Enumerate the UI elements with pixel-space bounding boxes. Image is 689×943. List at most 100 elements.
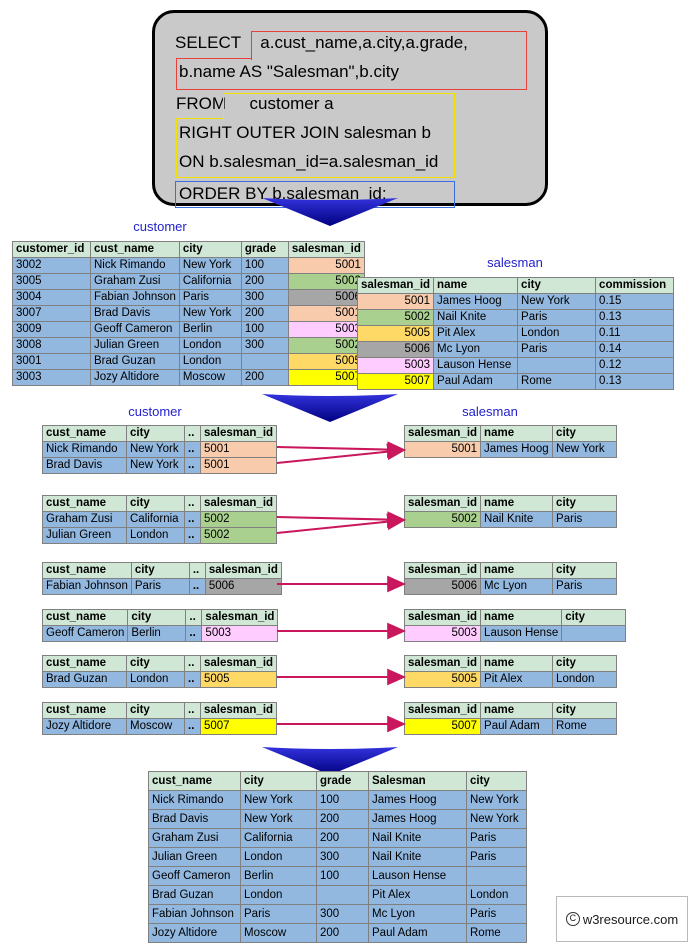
table-cell: London xyxy=(240,847,317,867)
table-cell: 100 xyxy=(240,321,289,338)
table-header-row: cust_name city.. salesman_id xyxy=(42,655,278,672)
from-outline-join xyxy=(176,118,224,122)
table-row: 3003 Jozy Altidore Moscow 200 5007 xyxy=(12,369,365,386)
table-cell: New York xyxy=(178,305,242,322)
column-header: city xyxy=(126,425,185,442)
table-cell: Paris xyxy=(240,904,317,924)
table-cell: 200 xyxy=(240,305,289,322)
table-cell: 5003 xyxy=(201,625,279,642)
table-cell: 5006 xyxy=(403,578,482,595)
table-cell: Nail Knite xyxy=(368,828,467,848)
column-header: cust_name xyxy=(42,562,132,579)
table-cell: Brad Guzan xyxy=(42,671,127,688)
column-header: salesman_id xyxy=(403,425,482,442)
table-cell: 100 xyxy=(316,866,369,886)
column-header: cust_name xyxy=(42,655,127,672)
table-cell: Nail Knite xyxy=(480,511,554,528)
table-cell: 5001 xyxy=(287,305,365,322)
column-header: salesman_id xyxy=(403,655,482,672)
table-cell: London xyxy=(178,353,242,370)
column-header: city xyxy=(552,562,618,579)
table-cell: Paris xyxy=(517,341,597,358)
table-cell: New York xyxy=(240,790,317,810)
table-cell: 0.12 xyxy=(595,357,675,374)
table-row: 5003 Lauson Hense xyxy=(403,625,627,642)
table-cell: Graham Zusi xyxy=(90,273,180,290)
table-cell: 5006 xyxy=(287,289,365,306)
column-header: salesman_id xyxy=(403,495,482,512)
table-cell: Paris xyxy=(552,578,618,595)
column-header: city xyxy=(126,495,185,512)
table-cell: 5002 xyxy=(287,273,365,290)
table-cell: 3005 xyxy=(12,273,91,290)
table-cell: 200 xyxy=(316,828,369,848)
table-header-row: salesman_id name city xyxy=(403,425,618,442)
table-cell: 3008 xyxy=(12,337,91,354)
column-header: grade xyxy=(240,241,289,258)
table-cell: Fabian Johnson xyxy=(90,289,180,306)
result-table: cust_name city grade Salesman city Nick Rima… xyxy=(148,771,527,943)
table-cell: Julian Green xyxy=(148,847,241,867)
column-header: .. xyxy=(185,609,203,626)
table-cell: James Hoog xyxy=(368,809,467,829)
column-header: name xyxy=(480,425,554,442)
sql-query-panel: SELECT a.cust_name,a.city,a.grade, b.nam… xyxy=(152,10,548,208)
table-cell: Fabian Johnson xyxy=(148,904,241,924)
table-cell: 5005 xyxy=(403,671,482,688)
table-cell: California xyxy=(240,828,317,848)
table-header-row: salesman_id name city xyxy=(403,609,627,626)
table-cell: Nick Rimando xyxy=(148,790,241,810)
table-cell: Julian Green xyxy=(42,527,127,544)
join-group-customer-5003: cust_name city.. salesman_id Geoff Cameron B… xyxy=(41,609,279,642)
table-header-row: cust_name city.. salesman_id xyxy=(41,609,279,626)
table-header-row: cust_name city.. salesman_id xyxy=(42,495,278,512)
table-cell: Berlin xyxy=(240,866,317,886)
column-header: .. xyxy=(184,655,201,672)
table-cell: New York xyxy=(466,790,527,810)
column-header: name xyxy=(480,609,563,626)
column-header: salesman_id xyxy=(199,702,278,719)
table-header-row: cust_name city.. salesman_id xyxy=(42,425,278,442)
table-cell: 5002 xyxy=(199,527,278,544)
table-row: Geoff Cameron Berlin.. 5003 xyxy=(41,625,279,642)
logo-text: w3resource.com xyxy=(582,911,679,927)
column-header: salesman_id xyxy=(403,562,482,579)
table-cell: 3002 xyxy=(12,257,91,274)
table-cell: Julian Green xyxy=(90,337,180,354)
table-cell: Geoff Cameron xyxy=(90,321,180,338)
table-cell: Paris xyxy=(466,847,527,867)
table-row: 5001 James Hoog New York xyxy=(403,441,618,458)
table-cell: .. xyxy=(185,625,203,642)
column-header: city xyxy=(130,562,190,579)
table-header-row: cust_name city.. salesman_id xyxy=(42,562,282,579)
table-cell: 100 xyxy=(240,257,289,274)
column-header: commission xyxy=(595,277,675,294)
join-group-salesman-5005: salesman_id name city 5005 Pit Alex London xyxy=(403,655,618,688)
join-group-customer-5001: cust_name city.. salesman_id Nick Rimando Ne… xyxy=(42,425,278,474)
table-cell: 0.15 xyxy=(595,293,675,310)
join-group-salesman-5003: salesman_id name city 5003 Lauson Hense xyxy=(403,609,627,642)
table-row: Julian Green London 300 Nail Knite Paris xyxy=(148,847,527,867)
table-cell: Lauson Hense xyxy=(368,866,467,886)
join-group-customer-5007: cust_name city.. salesman_id Jozy Altidore M… xyxy=(42,702,278,735)
column-header: salesman_id xyxy=(403,609,482,626)
table-row: Brad Guzan London.. 5005 xyxy=(42,671,278,688)
sql-from-table: customer a xyxy=(249,94,334,113)
table-cell: James Hoog xyxy=(433,293,519,310)
table-cell: 0.14 xyxy=(595,341,675,358)
table-cell: 5007 xyxy=(287,369,365,386)
table-cell: 200 xyxy=(316,923,369,943)
table-cell: California xyxy=(178,273,242,290)
table-row: 3004 Fabian Johnson Paris 300 5006 xyxy=(12,289,365,306)
table-row: Geoff Cameron Berlin 100 Lauson Hense xyxy=(148,866,527,886)
table-cell: 5006 xyxy=(204,578,282,595)
table-cell: .. xyxy=(184,441,201,458)
table-row: Jozy Altidore Moscow 200 Paul Adam Rome xyxy=(148,923,527,943)
table-cell: 300 xyxy=(316,847,369,867)
table-cell: New York xyxy=(552,441,618,458)
table-row: 5002 Nail Knite Paris 0.13 xyxy=(356,309,675,326)
table-row: Nick Rimando New York.. 5001 xyxy=(42,441,278,458)
w3resource-logo: C w3resource.com xyxy=(556,896,688,942)
table-row: 5006 Mc Lyon Paris 0.14 xyxy=(356,341,675,358)
column-header: customer_id xyxy=(12,241,91,258)
